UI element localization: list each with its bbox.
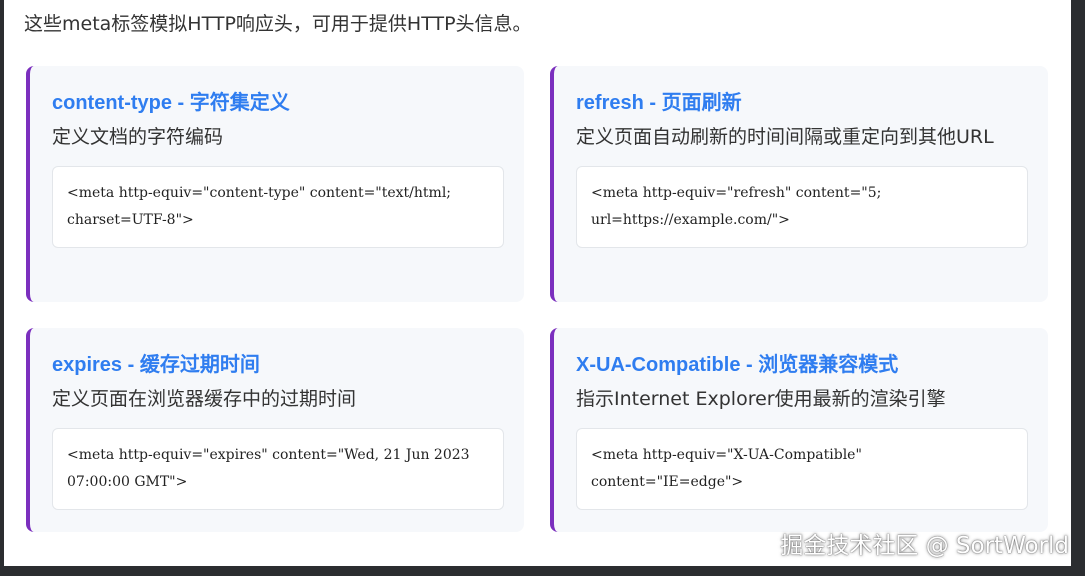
article-section: 这些meta标签模拟HTTP响应头，可用于提供HTTP头信息。 content-… <box>4 0 1071 566</box>
meta-card-grid: content-type - 字符集定义 定义文档的字符编码 <meta htt… <box>26 66 1048 532</box>
code-block[interactable]: <meta http-equiv="X-UA-Compatible" conte… <box>576 428 1028 510</box>
card-content-type: content-type - 字符集定义 定义文档的字符编码 <meta htt… <box>26 66 524 302</box>
intro-text: 这些meta标签模拟HTTP响应头，可用于提供HTTP头信息。 <box>24 13 532 35</box>
card-description: 定义页面在浏览器缓存中的过期时间 <box>52 388 357 410</box>
watermark: 掘金技术社区 @ SortWorld <box>780 533 1069 559</box>
card-description: 定义页面自动刷新的时间间隔或重定向到其他URL <box>576 126 994 148</box>
card-x-ua-compatible: X-UA-Compatible - 浏览器兼容模式 指示Internet Exp… <box>550 328 1048 532</box>
card-title: X-UA-Compatible - 浏览器兼容模式 <box>576 354 899 376</box>
card-title: content-type - 字符集定义 <box>52 92 290 114</box>
card-description: 指示Internet Explorer使用最新的渲染引擎 <box>576 388 946 410</box>
card-description: 定义文档的字符编码 <box>52 126 224 148</box>
card-refresh: refresh - 页面刷新 定义页面自动刷新的时间间隔或重定向到其他URL <… <box>550 66 1048 302</box>
code-block[interactable]: <meta http-equiv="refresh" content="5; u… <box>576 166 1028 248</box>
code-block[interactable]: <meta http-equiv="expires" content="Wed,… <box>52 428 504 510</box>
code-block[interactable]: <meta http-equiv="content-type" content=… <box>52 166 504 248</box>
card-expires: expires - 缓存过期时间 定义页面在浏览器缓存中的过期时间 <meta … <box>26 328 524 532</box>
card-title: refresh - 页面刷新 <box>576 92 742 114</box>
card-title: expires - 缓存过期时间 <box>52 354 260 376</box>
